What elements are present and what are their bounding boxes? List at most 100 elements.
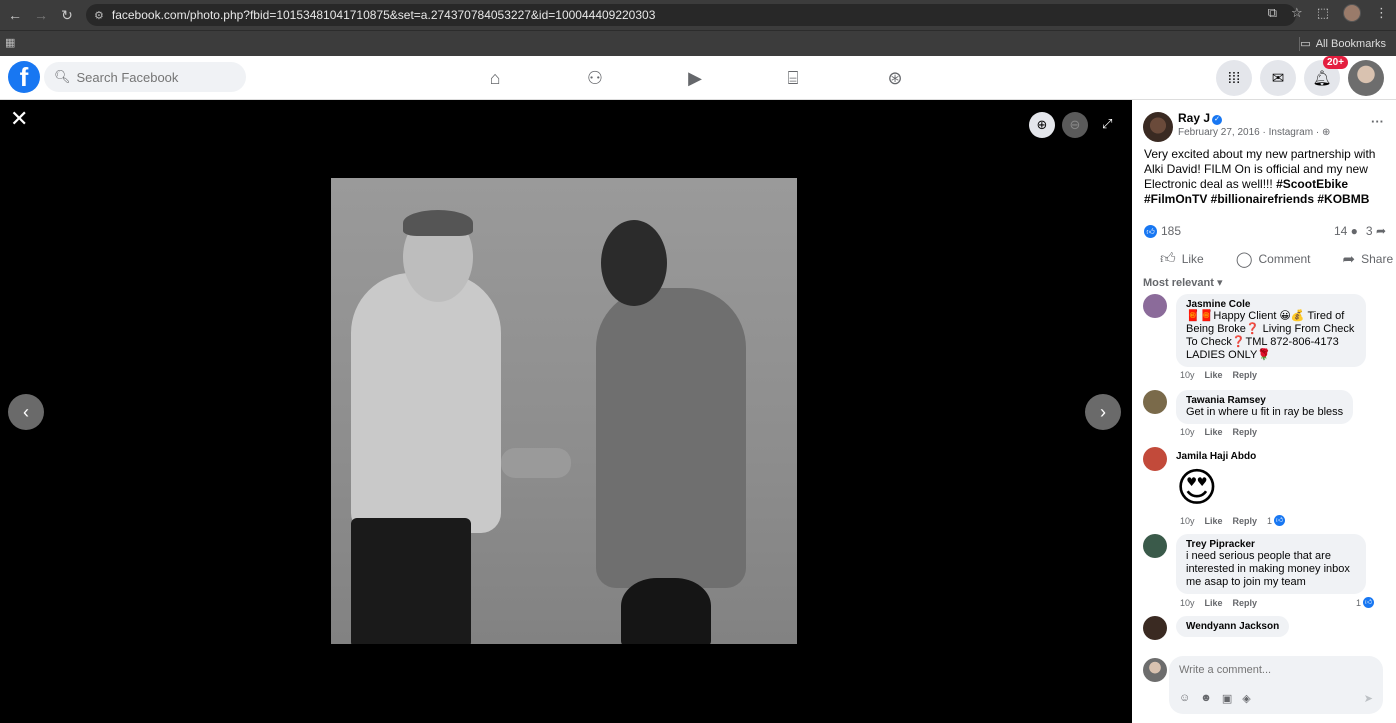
comment-like-button[interactable]: Like: [1205, 370, 1223, 380]
next-photo-button[interactable]: ›: [1085, 394, 1121, 430]
gaming-icon[interactable]: ⊛: [880, 64, 910, 92]
commenter-avatar[interactable]: [1143, 534, 1167, 558]
commenter-avatar[interactable]: [1143, 447, 1167, 471]
comment-bubble: Trey Pipracker i need serious people tha…: [1176, 534, 1366, 594]
menu-grid-icon[interactable]: ⁞⁞⁞: [1216, 60, 1252, 96]
comment-field[interactable]: ☺ ☻ ▣ ◈ ➤: [1169, 656, 1383, 714]
comment-time[interactable]: 10y: [1180, 370, 1195, 380]
commenter-name[interactable]: Jasmine Cole: [1186, 299, 1356, 310]
account-avatar[interactable]: [1348, 60, 1384, 96]
browser-profile-avatar[interactable]: [1343, 4, 1361, 22]
apps-grid-icon[interactable]: ▦: [5, 36, 15, 49]
comment-text: 🧧🧧Happy Client 😀💰 Tired of Being Broke❓ …: [1186, 310, 1355, 361]
commenter-avatar[interactable]: [1143, 390, 1167, 414]
photo-figure-right: [596, 288, 746, 588]
comment-bubble-icon: ●: [1350, 224, 1358, 238]
all-bookmarks-label: All Bookmarks: [1315, 37, 1386, 50]
sticker-icon[interactable]: ◈: [1242, 692, 1250, 705]
comment-reply-button[interactable]: Reply: [1233, 370, 1258, 380]
commenter-name[interactable]: Trey Pipracker: [1186, 539, 1356, 550]
address-bar[interactable]: ⚙ facebook.com/photo.php?fbid=1015348104…: [86, 4, 1296, 26]
comment-meta: 10y Like Reply 1 👍︎: [1180, 597, 1388, 608]
post-details-panel: Ray J ✓ February 27, 2016 · Instagram · ⊕…: [1132, 100, 1396, 723]
video-icon[interactable]: ▶: [680, 64, 710, 92]
notifications-icon[interactable]: 🔔︎ 20+: [1304, 56, 1348, 96]
chevron-down-icon: ▾: [1216, 277, 1223, 289]
previous-photo-button[interactable]: ‹: [8, 394, 44, 430]
zoom-out-icon[interactable]: ⊖: [1062, 112, 1088, 138]
share-count-group[interactable]: 3 ➦: [1366, 224, 1386, 238]
bookmark-star-icon[interactable]: ☆: [1291, 5, 1303, 21]
emoji-icon[interactable]: ☻: [1200, 692, 1212, 705]
forward-icon[interactable]: →: [30, 4, 52, 26]
photo-figure-right-head: [601, 220, 667, 306]
comment-like-count[interactable]: 1 👍︎: [1267, 515, 1286, 526]
comment-input[interactable]: [1179, 664, 1369, 676]
comment-reply-button[interactable]: Reply: [1233, 598, 1258, 608]
site-settings-icon[interactable]: ⚙: [94, 9, 104, 22]
post-caption: Very excited about my new partnership wi…: [1144, 147, 1390, 207]
cast-icon[interactable]: ⧉: [1268, 5, 1277, 21]
comment-button[interactable]: ◯ Comment: [1220, 248, 1327, 270]
globe-icon: ⊕: [1321, 127, 1331, 138]
friends-icon[interactable]: ⚇: [580, 64, 610, 92]
author-name[interactable]: Ray J ✓: [1178, 111, 1223, 125]
comment-composer: ☺ ☻ ▣ ◈ ➤: [1143, 656, 1388, 716]
like-reaction-icon: 👍︎: [1274, 515, 1286, 526]
back-icon[interactable]: ←: [4, 4, 26, 26]
messenger-icon[interactable]: ✉: [1260, 60, 1296, 96]
comment-like-button[interactable]: Like: [1205, 598, 1223, 608]
author-avatar[interactable]: [1143, 112, 1173, 142]
like-button[interactable]: 👍︎ Like: [1144, 248, 1220, 270]
facebook-logo-icon[interactable]: f: [8, 61, 40, 93]
zoom-in-icon[interactable]: ⊕: [1029, 112, 1055, 138]
photo-figure-left-hair: [403, 210, 473, 236]
comment-sort-label: Most relevant: [1143, 277, 1214, 289]
search-input[interactable]: [76, 69, 237, 85]
commenter-name[interactable]: Wendyann Jackson: [1186, 621, 1279, 632]
share-icon: ➦: [1342, 251, 1356, 268]
more-options-icon[interactable]: ···: [1371, 114, 1384, 129]
extensions-icon[interactable]: ⬚: [1317, 5, 1329, 21]
bookmarks-bar: ▦ ▭ All Bookmarks: [0, 30, 1396, 56]
photo-handshake: [501, 448, 571, 478]
comment-like-button[interactable]: Like: [1205, 516, 1223, 526]
comment-bubble: Tawania Ramsey Get in where u fit in ray…: [1176, 390, 1354, 424]
comment-like-count[interactable]: 1 👍︎: [1356, 597, 1374, 608]
composer-avatar: [1143, 658, 1167, 682]
gif-icon[interactable]: ▣: [1222, 692, 1232, 705]
comment-time[interactable]: 10y: [1180, 516, 1195, 526]
marketplace-icon[interactable]: ⌸: [778, 64, 808, 92]
commenter-avatar[interactable]: [1143, 616, 1167, 640]
post-actions: 👍︎ Like ◯ Comment ➦ Share: [1144, 248, 1393, 270]
search-box[interactable]: 🔍︎: [44, 62, 246, 92]
comment-sort-dropdown[interactable]: Most relevant ▾: [1143, 276, 1223, 289]
notification-badge: 20+: [1323, 56, 1348, 69]
commenter-name[interactable]: Jamila Haji Abdo: [1176, 447, 1388, 462]
avatar-sticker-icon[interactable]: ☺: [1179, 692, 1190, 705]
home-icon[interactable]: ⌂: [480, 64, 510, 92]
comment-bubble: Jasmine Cole 🧧🧧Happy Client 😀💰 Tired of …: [1176, 294, 1366, 367]
browser-menu-icon[interactable]: ⋮: [1375, 5, 1388, 21]
comment-like-count-text: 1: [1355, 597, 1361, 608]
fullscreen-icon[interactable]: ⤢: [1102, 116, 1112, 132]
share-button[interactable]: ➦ Share: [1327, 248, 1396, 270]
commenter-avatar[interactable]: [1143, 294, 1167, 318]
all-bookmarks-button[interactable]: ▭ All Bookmarks: [1300, 37, 1386, 51]
close-icon[interactable]: ✕: [10, 106, 28, 132]
comment-count-group[interactable]: 14 ●: [1334, 224, 1358, 238]
comment-like-button[interactable]: Like: [1205, 427, 1223, 437]
comment-time[interactable]: 10y: [1180, 427, 1195, 437]
comments-list[interactable]: Jasmine Cole 🧧🧧Happy Client 😀💰 Tired of …: [1132, 292, 1396, 650]
commenter-name[interactable]: Tawania Ramsey: [1186, 395, 1343, 406]
comment-reply-button[interactable]: Reply: [1233, 516, 1258, 526]
comment-time[interactable]: 10y: [1180, 598, 1195, 608]
reaction-count[interactable]: 185: [1161, 224, 1181, 238]
reload-icon[interactable]: ↻: [56, 4, 78, 26]
send-icon[interactable]: ➤: [1364, 692, 1373, 705]
comment-reply-button[interactable]: Reply: [1233, 427, 1258, 437]
like-reaction-icon: 👍︎: [1144, 224, 1157, 238]
photo-figure-left-legs: [351, 518, 471, 644]
folder-icon: ▭: [1300, 38, 1311, 50]
comment-meta: 10y Like Reply: [1180, 370, 1388, 380]
